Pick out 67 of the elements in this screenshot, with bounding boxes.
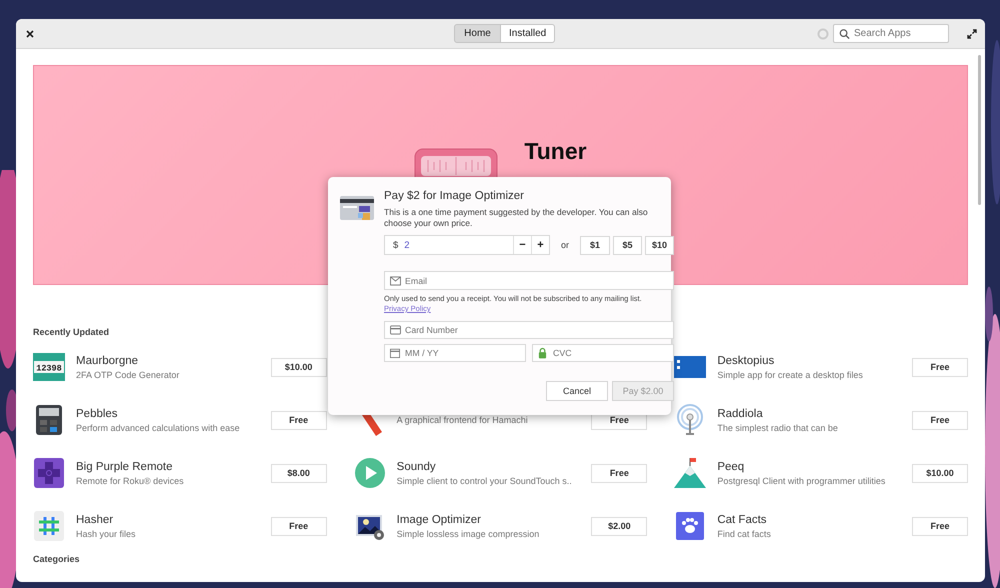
section-heading: Recently Updated <box>33 327 110 339</box>
spinner-icon <box>817 28 829 40</box>
app-description: Simple lossless image compression <box>396 528 540 538</box>
dialog-button[interactable]: Cancel <box>546 381 608 401</box>
price-button[interactable]: Free <box>270 516 327 536</box>
email-field[interactable]: Email <box>384 271 674 290</box>
app-name[interactable]: Raddiola <box>717 408 901 420</box>
or-label: or <box>561 240 570 250</box>
dialog-description: This is a one time payment suggested by the developer. You can also choose your own price. <box>384 207 649 229</box>
hash-icon <box>33 510 65 542</box>
app-description: Simple client to control your SoundTouch s.. <box>396 476 573 486</box>
price-button[interactable]: $10.00 <box>270 358 327 376</box>
play-icon <box>354 457 386 489</box>
tab[interactable]: Installed <box>501 24 556 43</box>
app-description: Simple app for create a desktop files <box>717 370 864 380</box>
price-button[interactable]: Free <box>591 464 648 482</box>
app-description: Postgresql Client with programmer utilities <box>717 476 886 486</box>
paw-icon <box>674 510 706 542</box>
preset-amount-button[interactable]: $10 <box>645 236 674 254</box>
fullscreen-icon[interactable] <box>967 28 977 38</box>
preset-amount-button[interactable]: $5 <box>613 236 642 254</box>
app-description: The simplest radio that can be <box>717 422 839 432</box>
app-description: Remote for Roku® devices <box>76 476 185 486</box>
lock-icon <box>538 348 548 358</box>
dialog-title: Pay $2 for Image Optimizer <box>384 190 525 202</box>
close-icon[interactable] <box>26 30 34 38</box>
search-icon <box>839 28 850 39</box>
app-name[interactable]: Peeq <box>717 460 901 472</box>
app-name[interactable]: Big Purple Remote <box>76 460 260 472</box>
app-name[interactable]: Soundy <box>396 460 580 472</box>
calculator-icon <box>33 404 65 436</box>
counter-icon: 12398 <box>33 351 65 383</box>
envelope-icon <box>390 276 401 285</box>
currency-symbol: $ <box>393 240 398 250</box>
amount-field[interactable]: $ 2 − + <box>384 235 550 255</box>
preset-amount-button[interactable]: $1 <box>580 236 610 254</box>
app-name[interactable]: Hasher <box>76 514 260 526</box>
card-icon <box>390 326 401 334</box>
app-description: Find cat facts <box>717 528 772 538</box>
price-button[interactable]: $10.00 <box>912 464 968 482</box>
price-button[interactable]: Free <box>912 358 968 376</box>
section-heading: Categories <box>33 554 80 566</box>
app-name[interactable]: Desktopius <box>717 354 901 366</box>
expiry-field[interactable]: MM / YY <box>384 344 526 362</box>
price-button[interactable]: Free <box>912 516 968 536</box>
card-number-field[interactable]: Card Number <box>384 321 674 339</box>
app-name[interactable]: Pebbles <box>76 408 260 420</box>
dpad-icon <box>33 457 65 489</box>
app-description: 2FA OTP Code Generator <box>76 370 180 380</box>
app-description: Hash your files <box>76 528 137 538</box>
app-name[interactable]: Maurborgne <box>76 354 260 366</box>
tab[interactable]: Home <box>454 24 501 43</box>
calendar-icon <box>390 348 400 358</box>
cvc-field[interactable]: CVC <box>532 344 674 362</box>
credit-card-icon <box>340 194 374 222</box>
featured-app-title: Tuner <box>524 138 587 165</box>
app-description: A graphical frontend for Hamachi <box>396 415 529 425</box>
price-button[interactable]: Free <box>270 410 327 430</box>
scrollbar[interactable] <box>978 55 981 205</box>
price-button[interactable]: $8.00 <box>270 464 327 482</box>
app-description: Perform advanced calculations with ease <box>76 422 241 432</box>
search-field[interactable]: Search Apps <box>833 24 949 43</box>
app-name[interactable]: Image Optimizer <box>396 514 580 526</box>
app-name[interactable]: Cat Facts <box>717 514 901 526</box>
mountain-flag-icon <box>674 457 706 489</box>
price-button[interactable]: $2.00 <box>591 516 648 536</box>
price-button[interactable]: Free <box>912 410 968 430</box>
